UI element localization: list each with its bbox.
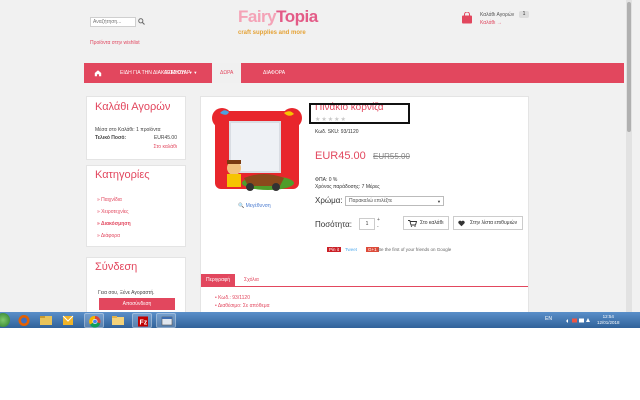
quantity-increase-button[interactable]: +	[377, 217, 380, 223]
tab-reviews[interactable]: Σχόλια	[239, 274, 264, 286]
search-input[interactable]	[90, 17, 136, 27]
header-cart-link[interactable]: Καλάθι →	[480, 20, 502, 26]
nav-item-label: ΑΞΕΣΟΥΑΡ	[164, 70, 191, 76]
sidebar-cart-total-label: Τελικό Ποσό:	[95, 135, 127, 141]
main-nav: ΕΙΔΗ ΓΙΑ ΤΗΝ ΔΙΑΚΟΣΜΗΣΗ ▼ ΑΞΕΣΟΥΑΡ ▼ ΔΩΡΑ …	[84, 63, 624, 83]
tweet-button[interactable]: Tweet	[345, 247, 357, 252]
pinterest-button[interactable]: Pin it	[327, 247, 342, 252]
category-item[interactable]: » Χειροτεχνίες	[97, 209, 128, 215]
nav-item-misc[interactable]: ΔΙΑΦΟΡΑ	[263, 63, 285, 83]
product-panel: 🔍 Μεγέθυνση Πινάκιο κορνίζα ★★★★★ Κωδ. S…	[200, 96, 529, 328]
nav-item-label: ΔΙΑΦΟΡΑ	[263, 70, 286, 76]
rating-stars[interactable]: ★★★★★	[315, 116, 347, 123]
add-to-cart-label: Στο καλάθι	[420, 220, 444, 226]
site-logo[interactable]: FairyTopia craft supplies and more	[236, 5, 326, 41]
zoom-link-label: Μεγέθυνση	[245, 203, 271, 209]
product-old-price: EUR55.00	[373, 152, 410, 161]
chrome-icon[interactable]	[84, 313, 104, 328]
caret-down-icon: ▼	[193, 70, 198, 75]
login-title: Σύνδεση	[95, 261, 138, 273]
category-label: Διάφορα	[100, 233, 121, 239]
select-arrow-icon: ▼	[437, 199, 441, 204]
google-plus-button[interactable]: G+1	[366, 247, 379, 252]
nav-item-label: ΔΩΡΑ	[220, 70, 234, 76]
sidebar-categories-panel: Κατηγορίες » Παιχνίδια » Χειροτεχνίες » …	[86, 165, 186, 247]
page-scrollbar[interactable]	[626, 0, 632, 328]
shopping-bag-icon[interactable]	[461, 12, 473, 24]
logo-fairy: Fairy	[238, 7, 277, 26]
logout-button[interactable]: Αποσύνδεση	[99, 298, 175, 310]
product-code: Κωδ. SKU: 93/1120	[315, 129, 359, 135]
color-label: Χρώμα:	[315, 196, 343, 205]
scroll-thumb[interactable]	[627, 2, 631, 132]
product-price: EUR45.00	[315, 150, 366, 162]
detail-line: • Διαθέσιμο: Σε απόθεμα	[215, 303, 270, 309]
browser-viewport: Προϊόντα στην wishlist FairyTopia craft …	[0, 0, 640, 328]
sidebar-cart-panel: Καλάθι Αγορών Μέσα στο Καλάθι: 1 προϊόντ…	[86, 96, 186, 160]
heart-icon	[458, 220, 465, 227]
svg-text:Fz: Fz	[140, 320, 148, 327]
filezilla-icon[interactable]: Fz	[132, 313, 152, 328]
sidebar-cart-total-value: EUR45.00	[153, 135, 177, 141]
logo-topia: Topia	[276, 7, 318, 26]
google-plus-text: Be the first of your friends on Google	[378, 247, 452, 252]
clock-date: 12/01/2018	[597, 320, 620, 325]
wishlist-button-label: Στην λίστα επιθυμιών	[470, 220, 518, 226]
cart-icon	[408, 220, 417, 227]
login-greeting: Γεια σου, Ξένε Αγοραστή.	[98, 290, 155, 296]
tab-description[interactable]: Περιγραφή	[201, 274, 236, 286]
detail-text: Διαθέσιμο: Σε απόθεμα	[217, 303, 270, 309]
color-select-value: Παρακαλώ επιλέξτε	[349, 198, 393, 204]
category-item[interactable]: » Παιχνίδια	[97, 197, 122, 203]
start-button[interactable]	[0, 313, 10, 327]
wishlist-button[interactable]: Στην λίστα επιθυμιών	[453, 216, 523, 230]
file-explorer-icon[interactable]	[36, 313, 56, 328]
page: Προϊόντα στην wishlist FairyTopia craft …	[0, 0, 640, 400]
detail-text: Κωδ.: 93/1120	[218, 295, 250, 301]
system-clock[interactable]: 12:54 12/01/2018	[597, 314, 620, 326]
product-vat: ΦΠΑ: 0 %	[315, 177, 338, 183]
folder-icon[interactable]	[108, 313, 128, 328]
sidebar-view-cart-link[interactable]: Στο καλάθι	[154, 144, 177, 150]
logo-wordmark: FairyTopia	[238, 7, 318, 27]
sidebar-cart-items: Μέσα στο Καλάθι: 1 προϊόντα	[95, 127, 161, 133]
add-to-cart-button[interactable]: Στο καλάθι	[403, 216, 449, 230]
nav-item-gifts[interactable]: ΔΩΡΑ	[212, 63, 242, 83]
search-icon[interactable]	[138, 18, 145, 25]
wishlist-link[interactable]: Προϊόντα στην wishlist	[90, 40, 140, 46]
firefox-icon[interactable]	[14, 313, 34, 328]
category-label: Διακόσμηση	[100, 221, 131, 227]
category-item[interactable]: » Διακόσμηση	[97, 221, 131, 227]
nav-item-accessories[interactable]: ΑΞΕΣΟΥΑΡ ▼	[164, 63, 197, 83]
header-cart-title[interactable]: Καλάθι Αγορών	[480, 12, 514, 18]
quantity-input[interactable]: 1	[359, 218, 375, 230]
windows-taskbar: Fz EN 12:54 12/01/2018	[0, 312, 640, 328]
color-select[interactable]: Παρακαλώ επιλέξτε ▼	[345, 196, 444, 206]
category-label: Παιχνίδια	[101, 197, 122, 203]
tab-underline	[201, 286, 528, 287]
detail-line: • Κωδ.: 93/1120	[215, 295, 250, 301]
sidebar-cart-title: Καλάθι Αγορών	[95, 101, 171, 113]
product-dispatch-time: Χρόνος παράδοσης: 7 Μέρες	[315, 184, 380, 190]
cart-count-badge: 1	[519, 11, 529, 18]
tray-icons[interactable]	[565, 317, 593, 324]
language-indicator[interactable]: EN	[545, 316, 552, 322]
logo-subtitle: craft supplies and more	[238, 30, 306, 36]
category-item[interactable]: » Διάφορα	[97, 233, 120, 239]
categories-title: Κατηγορίες	[95, 169, 150, 181]
window-manager-icon[interactable]	[156, 313, 176, 328]
zoom-link[interactable]: 🔍 Μεγέθυνση	[238, 203, 271, 209]
outlook-icon[interactable]	[58, 313, 78, 328]
quantity-decrease-button[interactable]: -	[377, 224, 379, 230]
quantity-label: Ποσότητα:	[315, 220, 353, 229]
category-label: Χειροτεχνίες	[101, 209, 129, 215]
product-image[interactable]	[208, 104, 306, 198]
home-icon[interactable]	[94, 69, 102, 77]
